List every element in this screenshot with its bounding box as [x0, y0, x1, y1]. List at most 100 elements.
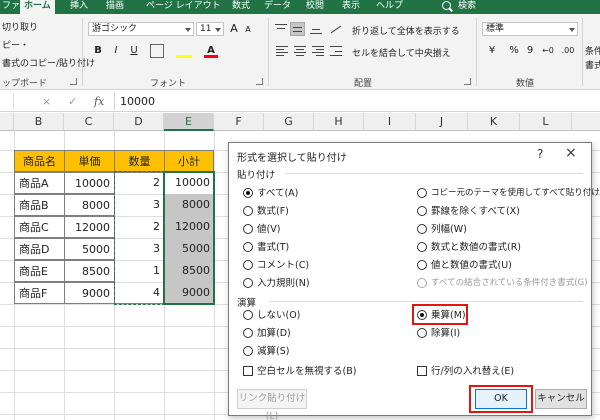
select-all-corner[interactable] — [0, 113, 14, 131]
paste-formulas-number-formats-option[interactable]: 数式と数値の書式(R) — [417, 241, 589, 254]
column-header-g[interactable]: G — [264, 113, 314, 131]
tab-formulas[interactable]: 数式 — [232, 0, 250, 14]
radio-button[interactable] — [243, 278, 253, 288]
align-left-icon[interactable] — [276, 46, 288, 57]
radio-button[interactable] — [243, 346, 253, 356]
fill-color-button[interactable] — [176, 44, 192, 58]
paste-values-number-formats-option[interactable]: 値と数値の書式(U) — [417, 259, 589, 272]
table-cell[interactable]: 2 — [114, 216, 164, 238]
tab-home[interactable]: ホーム — [20, 0, 55, 14]
cut-button[interactable]: 切り取り — [2, 20, 38, 33]
comma-button[interactable]: 9 — [524, 44, 536, 58]
alignment-launcher-icon[interactable] — [464, 78, 471, 85]
table-cell[interactable]: 商品D — [14, 238, 65, 260]
paste-all-option[interactable]: すべて(A) — [243, 187, 403, 200]
tab-review[interactable]: 校閲 — [306, 0, 324, 14]
clipboard-launcher-icon[interactable] — [70, 78, 77, 85]
shrink-font-button[interactable]: A — [242, 23, 254, 37]
align-middle-icon[interactable] — [290, 22, 305, 36]
paste-column-widths-option[interactable]: 列幅(W) — [417, 223, 589, 236]
increase-decimal-button[interactable]: ←0 — [540, 44, 556, 58]
radio-button[interactable] — [243, 242, 253, 252]
column-header-k[interactable]: K — [468, 113, 520, 131]
column-header-d[interactable]: D — [114, 113, 164, 131]
radio-button[interactable] — [243, 206, 253, 216]
column-header-i[interactable]: I — [364, 113, 416, 131]
tab-data[interactable]: データ — [264, 0, 291, 14]
align-bottom-icon[interactable] — [310, 24, 322, 35]
column-header-l[interactable]: L — [520, 113, 572, 131]
column-header-h[interactable]: H — [314, 113, 364, 131]
column-header-e[interactable]: E — [164, 113, 214, 131]
grow-font-button[interactable]: A — [228, 22, 240, 36]
tab-draw[interactable]: 描画 — [106, 0, 124, 14]
table-cell[interactable]: 8000 — [64, 194, 115, 216]
formula-input[interactable]: 10000 — [120, 95, 155, 108]
orientation-icon[interactable] — [330, 24, 342, 34]
table-cell[interactable]: 5000 — [164, 238, 214, 260]
conditional-format-button[interactable]: 条件付 — [585, 44, 600, 57]
table-cell[interactable]: 8000 — [164, 194, 214, 216]
column-header-c[interactable]: C — [64, 113, 114, 131]
operation-divide-option[interactable]: 除算(I) — [417, 327, 589, 340]
operation-none-option[interactable]: しない(O) — [243, 309, 403, 322]
font-size-select[interactable]: 11 — [196, 22, 224, 36]
paste-formats-option[interactable]: 書式(T) — [243, 241, 403, 254]
copy-button[interactable]: ピー・ — [2, 38, 29, 51]
paste-comments-option[interactable]: コメント(C) — [243, 259, 403, 272]
ok-button[interactable]: OK — [475, 389, 527, 409]
underline-button[interactable]: U — [128, 44, 140, 58]
table-cell[interactable]: 商品A — [14, 172, 65, 194]
bold-button[interactable]: B — [92, 44, 104, 58]
percent-button[interactable]: % — [508, 44, 520, 58]
checkbox[interactable] — [417, 366, 427, 376]
header-subtotal[interactable]: 小計 — [164, 150, 214, 172]
header-product-name[interactable]: 商品名 — [14, 150, 65, 172]
paste-values-option[interactable]: 値(V) — [243, 223, 403, 236]
tab-insert[interactable]: 挿入 — [70, 0, 88, 14]
table-cell[interactable]: 商品C — [14, 216, 65, 238]
number-format-select[interactable]: 標準 — [482, 22, 578, 36]
wrap-text-button[interactable]: 折り返して全体を表示する — [352, 24, 460, 37]
radio-button[interactable] — [417, 310, 427, 320]
radio-button[interactable] — [243, 310, 253, 320]
table-cell[interactable]: 商品F — [14, 282, 65, 304]
enter-icon[interactable]: ✓ — [68, 95, 77, 108]
radio-button[interactable] — [417, 224, 427, 234]
font-name-select[interactable]: 游ゴシック — [88, 22, 194, 36]
cancel-icon[interactable]: × — [42, 95, 51, 108]
column-header-b[interactable]: B — [14, 113, 64, 131]
table-cell[interactable]: 3 — [114, 238, 164, 260]
table-cell[interactable]: 商品B — [14, 194, 65, 216]
tab-help[interactable]: ヘルプ — [376, 0, 403, 14]
decrease-decimal-button[interactable]: .00 — [560, 44, 576, 58]
close-icon[interactable]: × — [565, 145, 577, 161]
table-cell[interactable]: 4 — [114, 282, 164, 304]
transpose-checkbox[interactable]: 行/列の入れ替え(E) — [417, 365, 589, 378]
operation-multiply-option[interactable]: 乗算(M) — [417, 309, 589, 322]
radio-button[interactable] — [417, 328, 427, 338]
radio-button[interactable] — [417, 260, 427, 270]
radio-button[interactable] — [417, 206, 427, 216]
search-icon[interactable] — [442, 1, 451, 10]
paste-validation-option[interactable]: 入力規則(N) — [243, 277, 403, 290]
radio-button[interactable] — [417, 242, 427, 252]
table-cell[interactable]: 10000 — [164, 172, 214, 194]
italic-button[interactable]: I — [110, 44, 122, 58]
column-header-j[interactable]: J — [416, 113, 468, 131]
radio-button[interactable] — [243, 328, 253, 338]
table-cell[interactable]: 12000 — [164, 216, 214, 238]
indent-decrease-icon[interactable] — [330, 46, 342, 57]
checkbox[interactable] — [243, 366, 253, 376]
cancel-button[interactable]: キャンセル — [535, 389, 587, 409]
currency-button[interactable]: ¥ — [484, 44, 500, 58]
paste-source-theme-option[interactable]: コピー元のテーマを使用してすべて貼り付け(H) — [417, 187, 600, 200]
header-unit-price[interactable]: 単価 — [64, 150, 115, 172]
font-color-button[interactable]: A — [204, 44, 218, 58]
radio-button[interactable] — [417, 188, 427, 198]
radio-button[interactable] — [243, 188, 253, 198]
paste-except-borders-option[interactable]: 罫線を除くすべて(X) — [417, 205, 589, 218]
table-cell[interactable]: 9000 — [164, 282, 214, 304]
table-cell[interactable]: 8500 — [164, 260, 214, 282]
insert-function-button[interactable]: fx — [94, 95, 104, 108]
